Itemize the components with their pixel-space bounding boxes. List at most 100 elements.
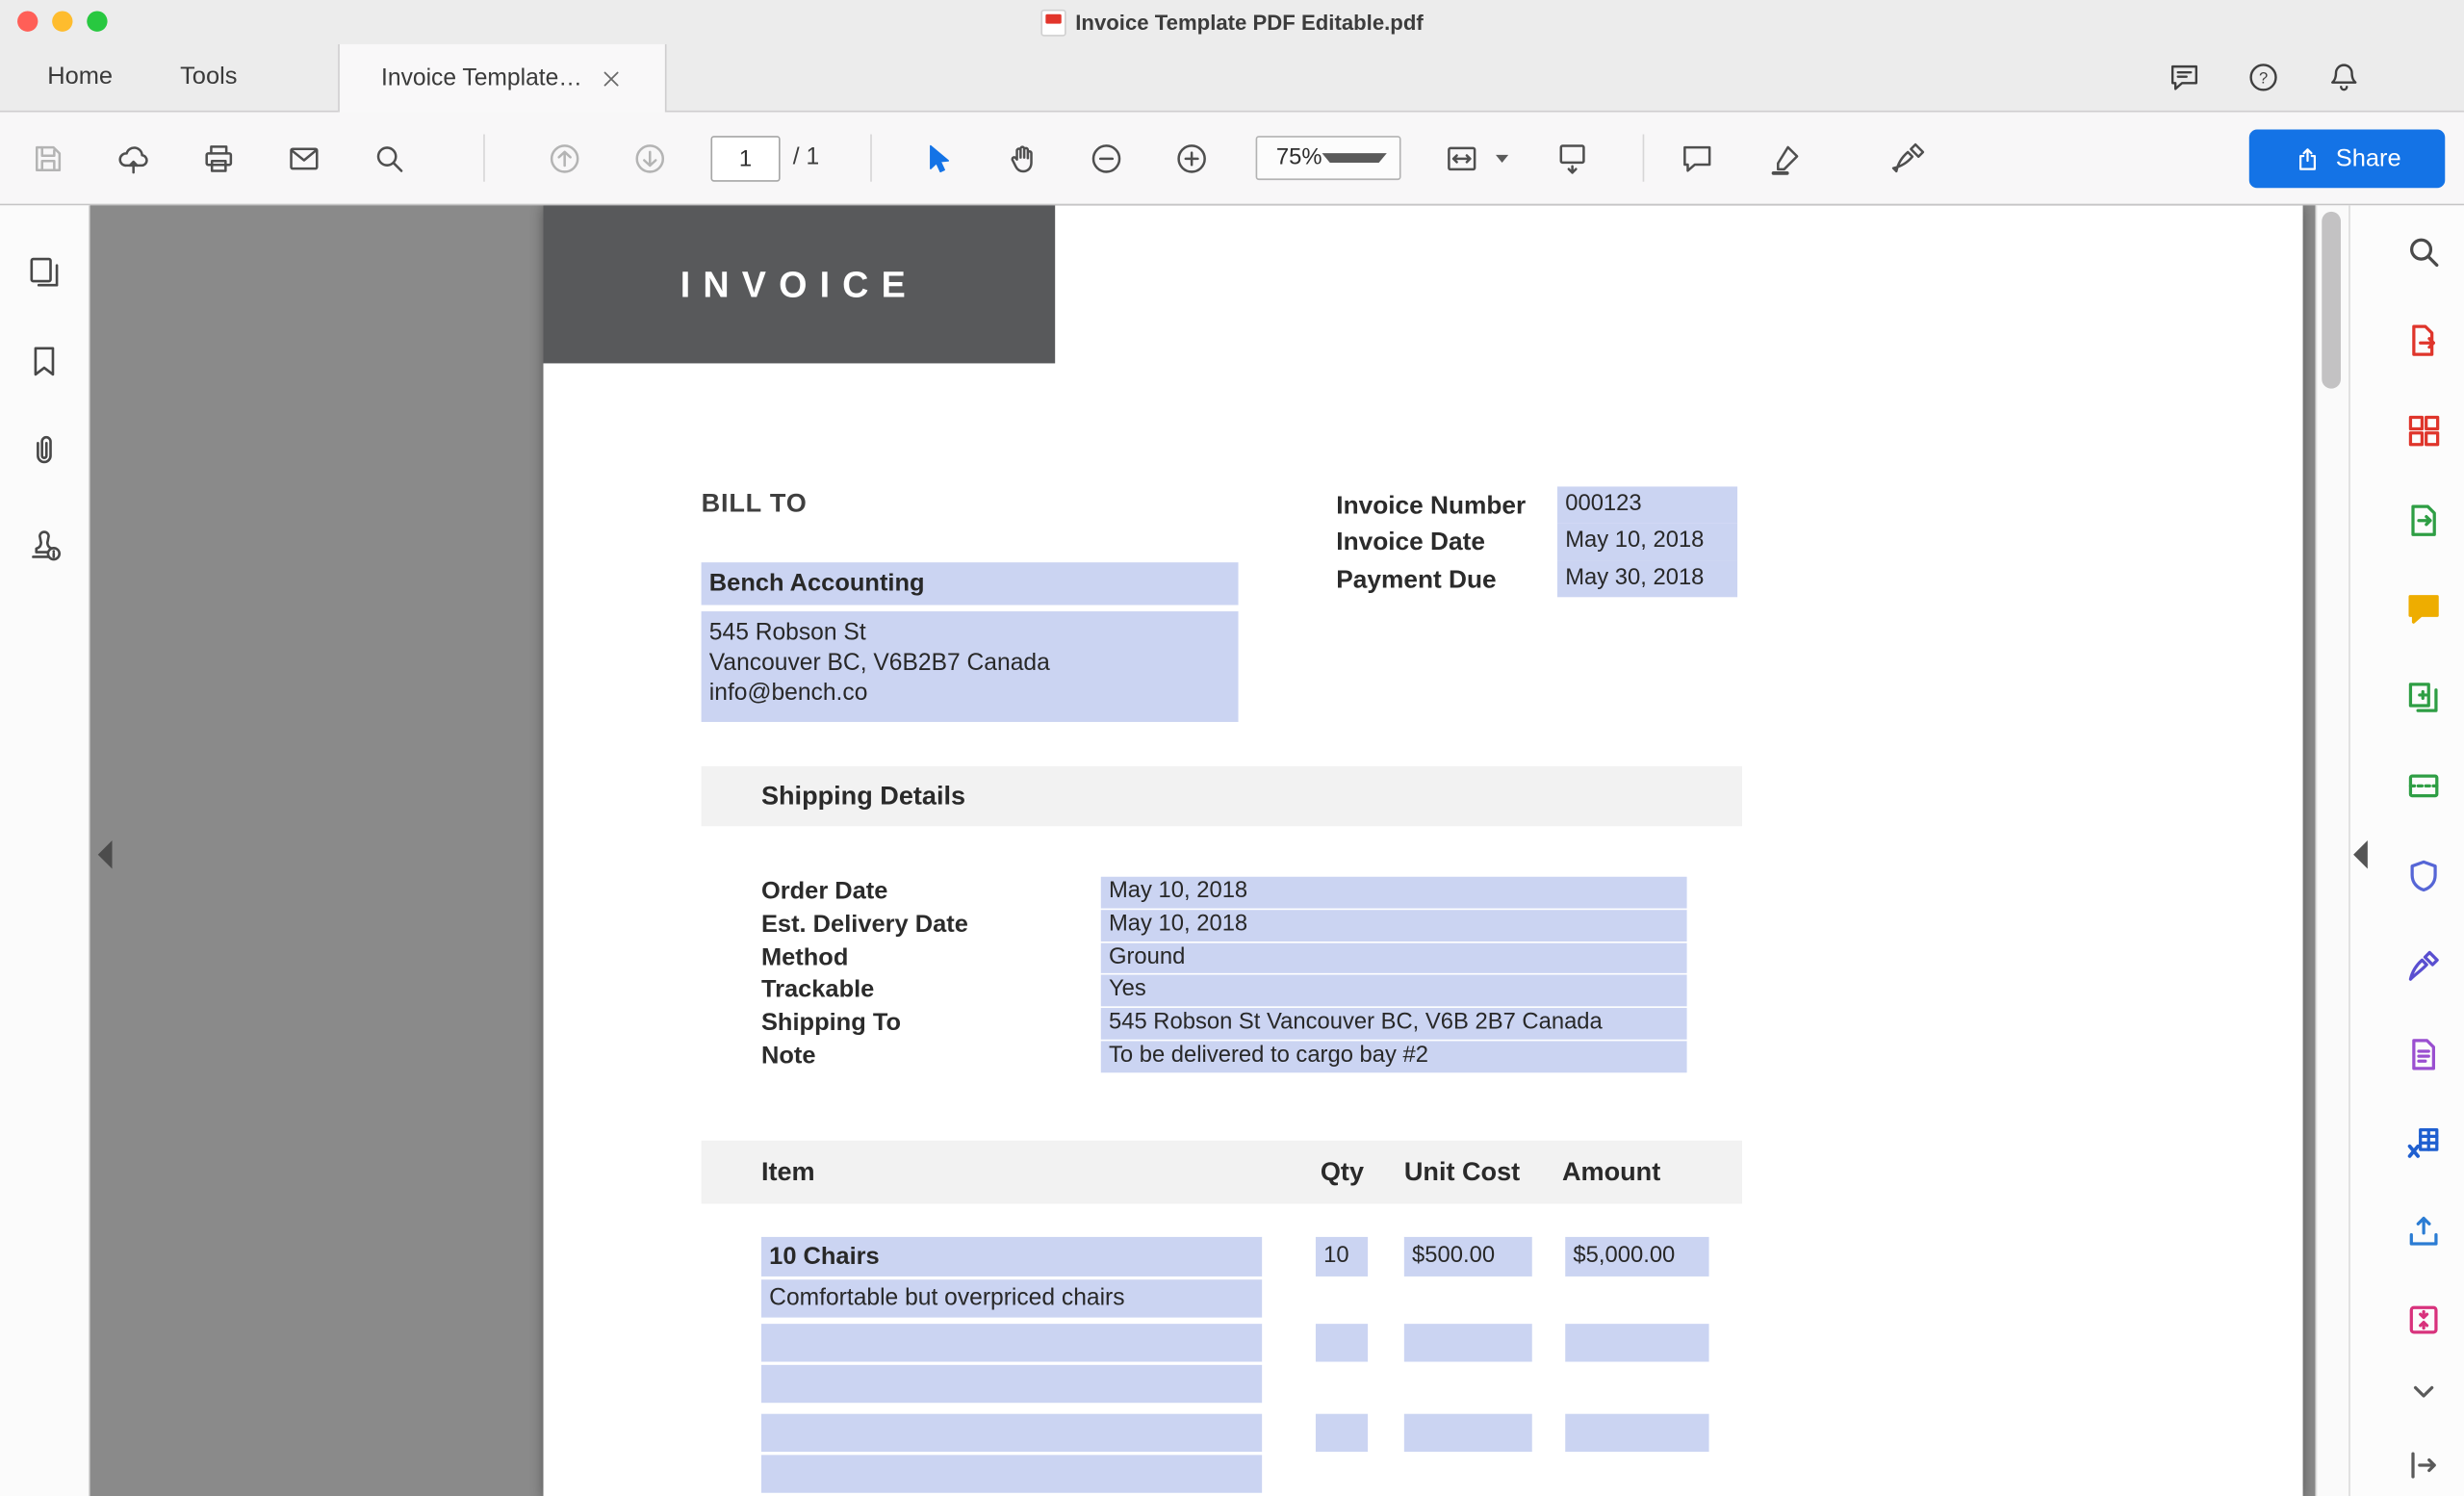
- toolbar-separator: [870, 134, 872, 181]
- window-title: Invoice Template PDF Editable.pdf: [1075, 11, 1424, 35]
- item-name-field[interactable]: [761, 1414, 1262, 1452]
- tab-bar: Home Tools Invoice Template… ?: [0, 44, 2464, 113]
- address-line: 545 Robson St: [709, 618, 1231, 648]
- send-file-icon[interactable]: [2396, 493, 2450, 547]
- item-description-field[interactable]: [761, 1455, 1262, 1492]
- hand-tool-icon[interactable]: [993, 130, 1050, 187]
- export-excel-icon[interactable]: [2396, 1116, 2450, 1170]
- fit-width-icon[interactable]: [1432, 130, 1489, 187]
- collapse-left-panel-icon[interactable]: [98, 840, 113, 869]
- item-unit-cost-field[interactable]: [1404, 1324, 1532, 1361]
- search-tools-icon[interactable]: [2396, 224, 2450, 278]
- note-field[interactable]: To be delivered to cargo bay #2: [1101, 1041, 1687, 1071]
- feedback-bubble-icon[interactable]: [2161, 54, 2208, 101]
- invoice-number-label: Invoice Number: [1336, 488, 1526, 525]
- tab-tools[interactable]: Tools: [180, 44, 237, 111]
- email-icon[interactable]: [275, 130, 332, 187]
- zoom-in-icon[interactable]: [1163, 130, 1219, 187]
- method-field[interactable]: Ground: [1101, 942, 1687, 973]
- expand-tools-panel-icon[interactable]: [2353, 840, 2368, 869]
- previous-page-icon[interactable]: [535, 130, 592, 187]
- item-description-field[interactable]: [761, 1365, 1262, 1403]
- item-description-field[interactable]: Comfortable but overpriced chairs: [761, 1279, 1262, 1317]
- item-unit-cost-field[interactable]: [1404, 1414, 1532, 1452]
- item-name-field[interactable]: [761, 1324, 1262, 1361]
- help-icon[interactable]: ?: [2240, 54, 2287, 101]
- shipping-row: Est. Delivery Date May 10, 2018: [761, 910, 1687, 942]
- amount-column-header: Amount: [1562, 1141, 1660, 1204]
- select-tool-icon[interactable]: [909, 130, 965, 187]
- invoice-date-label: Invoice Date: [1336, 525, 1526, 561]
- order-date-field[interactable]: May 10, 2018: [1101, 877, 1687, 908]
- shipping-label: Order Date: [761, 877, 1101, 910]
- shipping-to-field[interactable]: 545 Robson St Vancouver BC, V6B 2B7 Cana…: [1101, 1008, 1687, 1039]
- scrollbar-thumb[interactable]: [2322, 212, 2341, 389]
- invoice-meta-values: 000123 May 10, 2018 May 30, 2018: [1557, 486, 1737, 597]
- item-name-field[interactable]: 10 Chairs: [761, 1237, 1262, 1277]
- bill-to-name-field[interactable]: Bench Accounting: [702, 562, 1239, 605]
- page-thumbnails-icon[interactable]: [19, 246, 70, 297]
- bill-to-address-field[interactable]: 545 Robson St Vancouver BC, V6B2B7 Canad…: [702, 611, 1239, 722]
- tools-panel-rail: [2348, 205, 2464, 1496]
- save-icon[interactable]: [19, 130, 76, 187]
- delivery-date-field[interactable]: May 10, 2018: [1101, 910, 1687, 941]
- scan-ocr-icon[interactable]: [2396, 759, 2450, 812]
- close-tab-icon[interactable]: [598, 65, 623, 90]
- scroll-mode-icon[interactable]: [1543, 130, 1600, 187]
- toolbar-separator: [1643, 134, 1645, 181]
- page-number-input[interactable]: [710, 136, 780, 182]
- export-pdf-icon[interactable]: [2396, 313, 2450, 367]
- item-amount-field[interactable]: $5,000.00: [1565, 1237, 1708, 1277]
- payment-due-label: Payment Due: [1336, 562, 1526, 599]
- item-qty-field[interactable]: [1316, 1414, 1368, 1452]
- combine-files-icon[interactable]: [2396, 670, 2450, 724]
- highlight-tool-icon[interactable]: [1757, 130, 1813, 187]
- bookmarks-icon[interactable]: [19, 337, 70, 388]
- payment-due-field[interactable]: May 30, 2018: [1557, 560, 1737, 597]
- sign-tool-icon[interactable]: [1880, 130, 1937, 187]
- next-page-icon[interactable]: [621, 130, 678, 187]
- trackable-field[interactable]: Yes: [1101, 975, 1687, 1006]
- comment-tool-icon[interactable]: [1668, 130, 1725, 187]
- fill-sign-icon[interactable]: [2396, 939, 2450, 993]
- items-header-band: Item Qty Unit Cost Amount: [702, 1141, 1742, 1204]
- tab-document[interactable]: Invoice Template…: [338, 44, 666, 113]
- cloud-upload-icon[interactable]: [104, 130, 161, 187]
- comments-tool-icon[interactable]: [2396, 581, 2450, 635]
- notifications-bell-icon[interactable]: [2321, 54, 2368, 101]
- item-column-header: Item: [761, 1141, 815, 1204]
- invoice-number-field[interactable]: 000123: [1557, 486, 1737, 523]
- compress-pdf-icon[interactable]: [2396, 1292, 2450, 1346]
- send-for-review-icon[interactable]: [2396, 1203, 2450, 1257]
- invoice-meta-labels: Invoice Number Invoice Date Payment Due: [1336, 488, 1526, 599]
- zoom-level-dropdown[interactable]: 75%: [1256, 136, 1401, 180]
- address-line: Vancouver BC, V6B2B7 Canada: [709, 648, 1231, 678]
- zoom-out-icon[interactable]: [1077, 130, 1134, 187]
- svg-text:?: ?: [2259, 68, 2268, 87]
- item-amount-field[interactable]: [1565, 1324, 1708, 1361]
- document-canvas[interactable]: INVOICE BILL TO Bench Accounting 545 Rob…: [90, 205, 2316, 1496]
- invoice-date-field[interactable]: May 10, 2018: [1557, 524, 1737, 560]
- more-tools-chevron-icon[interactable]: [2396, 1363, 2450, 1417]
- tab-home[interactable]: Home: [47, 44, 113, 111]
- page-count-label: / 1: [793, 113, 819, 204]
- vertical-scrollbar[interactable]: [2316, 205, 2348, 1496]
- item-qty-field[interactable]: [1316, 1324, 1368, 1361]
- window-title-area: Invoice Template PDF Editable.pdf: [0, 0, 2464, 44]
- prepare-form-icon[interactable]: [2396, 1027, 2450, 1081]
- item-amount-field[interactable]: [1565, 1414, 1708, 1452]
- print-icon[interactable]: [190, 130, 246, 187]
- attachments-paperclip-icon[interactable]: [19, 425, 70, 476]
- address-line: info@bench.co: [709, 678, 1231, 708]
- stamp-info-icon[interactable]: [19, 520, 70, 571]
- chevron-down-icon[interactable]: [1496, 155, 1508, 163]
- organize-pages-icon[interactable]: [2396, 402, 2450, 456]
- hide-pane-icon[interactable]: [2396, 1437, 2450, 1491]
- protect-shield-icon[interactable]: [2396, 848, 2450, 902]
- share-button[interactable]: Share: [2249, 130, 2445, 189]
- shipping-row: Note To be delivered to cargo bay #2: [761, 1041, 1687, 1073]
- search-icon[interactable]: [360, 130, 417, 187]
- item-qty-field[interactable]: 10: [1316, 1237, 1368, 1277]
- item-unit-cost-field[interactable]: $500.00: [1404, 1237, 1532, 1277]
- acrobat-window: Invoice Template PDF Editable.pdf Home T…: [0, 0, 2464, 1496]
